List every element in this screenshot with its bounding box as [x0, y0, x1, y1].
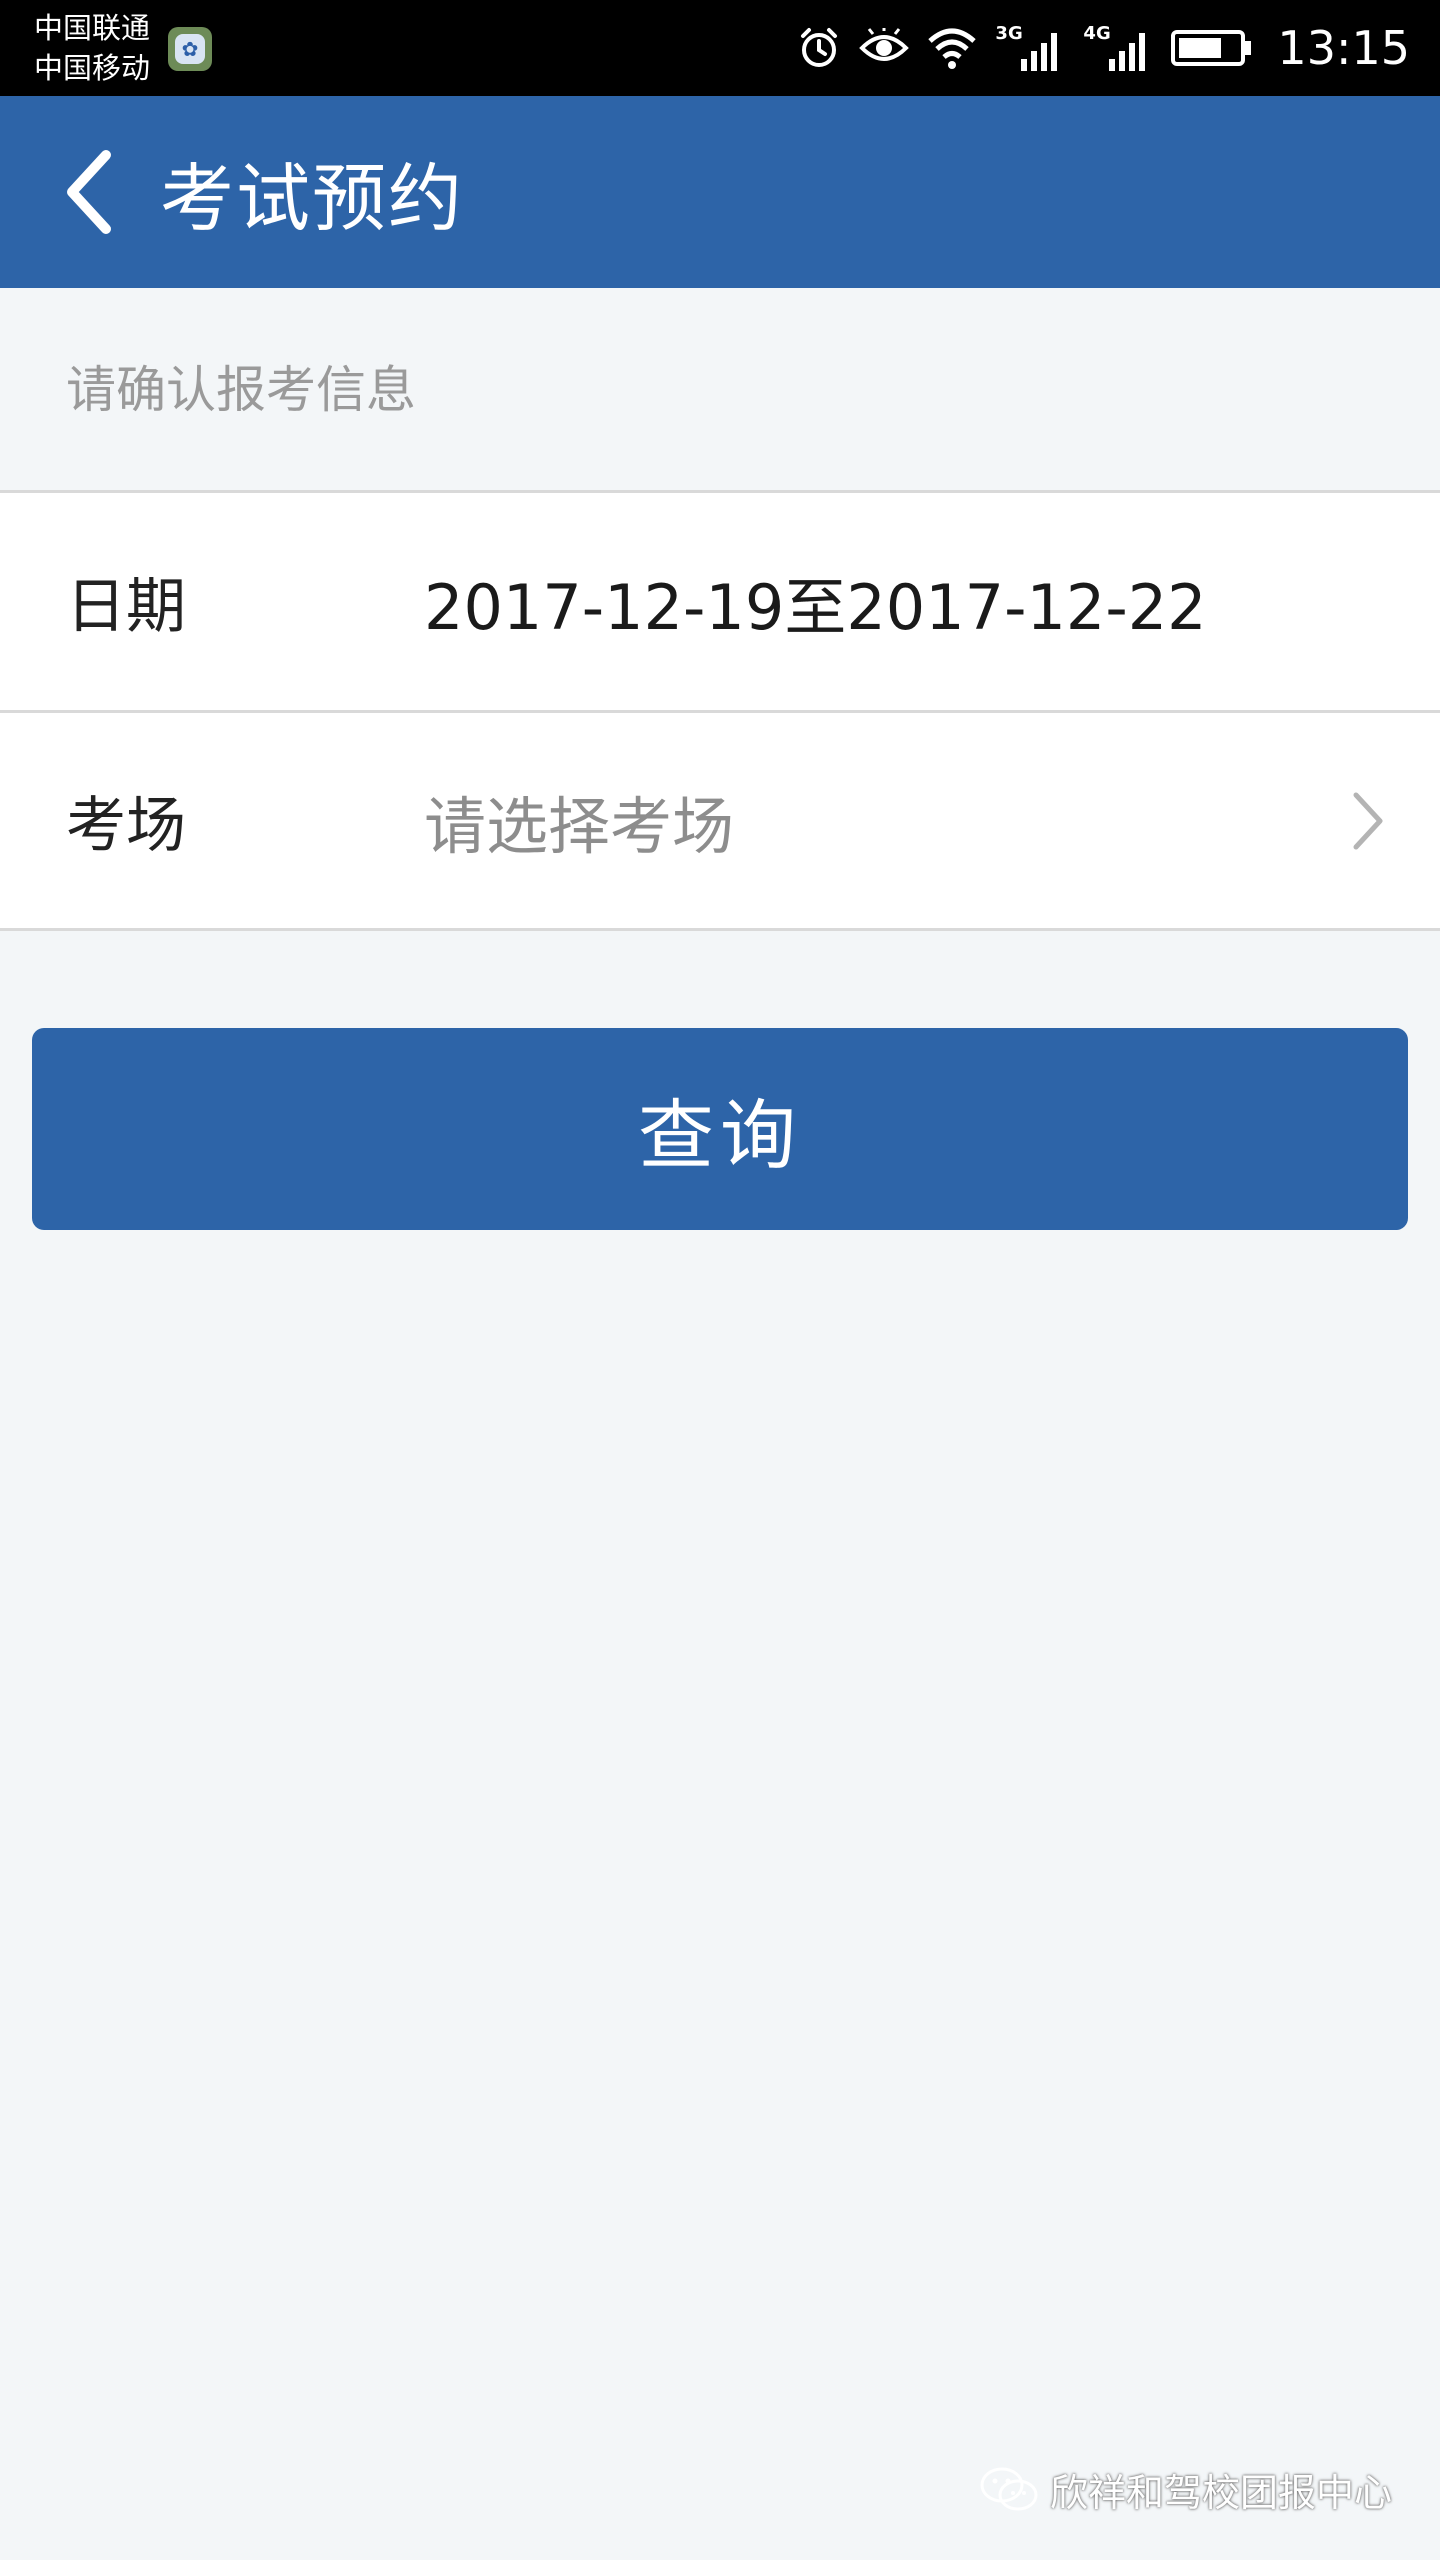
divider: [0, 928, 1440, 931]
status-icons: 3G 4G 13:15: [797, 0, 1410, 96]
page-title: 考试预约: [160, 155, 464, 242]
signal-3g-icon: 3G: [995, 23, 1065, 73]
venue-label: 考场: [66, 791, 186, 861]
eye-icon: [859, 28, 910, 61]
query-button[interactable]: 查询: [32, 1028, 1408, 1230]
signal-4g-icon: 4G: [1083, 23, 1153, 73]
carrier-info: 中国联通 中国移动: [34, 8, 150, 88]
venue-row[interactable]: 考场 请选择考场: [0, 713, 1440, 928]
battery-icon: [1171, 30, 1252, 66]
alarm-icon: [801, 28, 838, 67]
watermark: 欣祥和驾校团报中心: [978, 2462, 1392, 2517]
carrier-2: 中国移动: [34, 51, 151, 85]
watermark-text: 欣祥和驾校团报中心: [1049, 2471, 1392, 2515]
app-notification-icon: ✿: [168, 27, 212, 71]
carrier-1: 中国联通: [34, 11, 151, 45]
app-bar: 考试预约: [0, 96, 1440, 288]
chevron-right-icon: [1348, 713, 1388, 928]
back-button[interactable]: [40, 142, 140, 242]
wifi-icon: [928, 28, 977, 69]
clock: 13:15: [1277, 21, 1410, 75]
status-bar: 中国联通 中国移动 ✿ 3G 4G 13:15: [0, 0, 1440, 96]
chevron-left-icon: [67, 150, 111, 234]
date-value: 2017-12-19至2017-12-22: [424, 570, 1207, 644]
wechat-icon: [980, 2467, 1038, 2510]
section-hint: 请确认报考信息: [66, 361, 416, 419]
date-row: 日期 2017-12-19至2017-12-22: [0, 493, 1440, 710]
date-label: 日期: [66, 572, 186, 642]
venue-select[interactable]: 请选择考场: [424, 713, 734, 928]
